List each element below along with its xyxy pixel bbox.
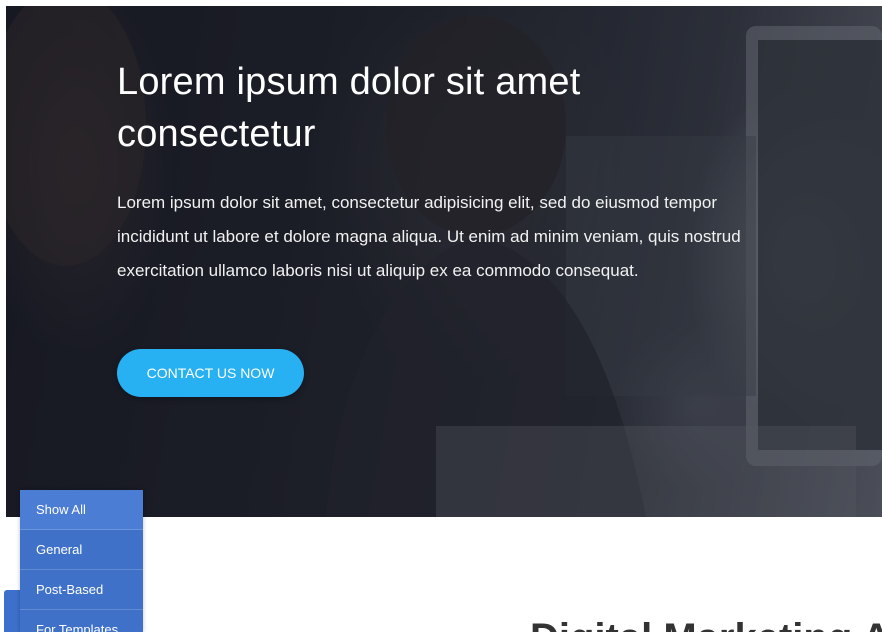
filter-menu: Show All General Post-Based For Template… <box>20 490 143 632</box>
section-heading: Digital Marketing A <box>530 618 882 632</box>
filter-item-post-based[interactable]: Post-Based <box>20 570 143 610</box>
page: Lorem ipsum dolor sit amet consectetur L… <box>0 0 882 632</box>
contact-us-button[interactable]: CONTACT US NOW <box>117 349 304 397</box>
filter-item-for-templates[interactable]: For Templates <box>20 610 143 632</box>
filter-item-general[interactable]: General <box>20 530 143 570</box>
hero-description: Lorem ipsum dolor sit amet, consectetur … <box>117 193 741 280</box>
hero-banner: Lorem ipsum dolor sit amet consectetur L… <box>6 6 882 517</box>
filter-item-show-all[interactable]: Show All <box>20 490 143 530</box>
hero-title: Lorem ipsum dolor sit amet consectetur <box>117 61 581 155</box>
